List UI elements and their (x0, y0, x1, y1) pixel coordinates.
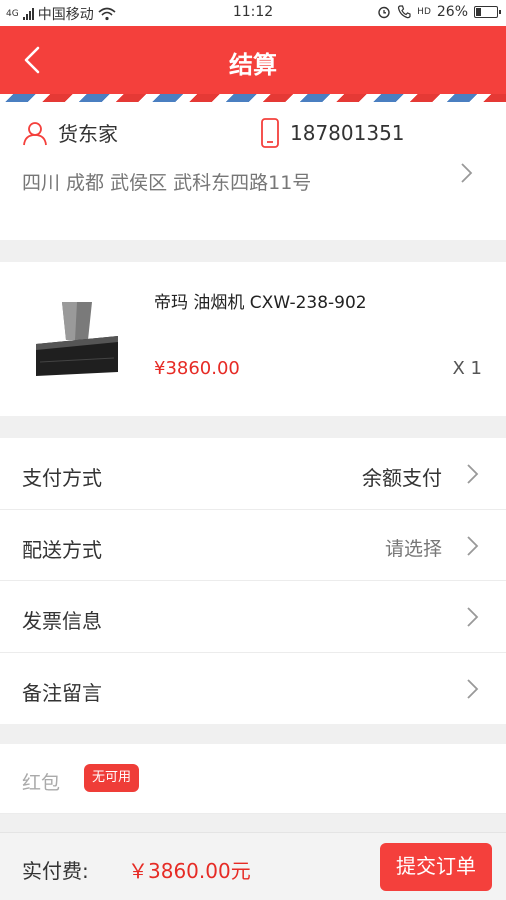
recipient-row: 货东家 (22, 118, 118, 147)
red-packet-row[interactable]: 红包 无可用 (0, 744, 506, 814)
address-card[interactable]: 货东家 187801351 四川 成都 武侯区 武科东四路11号 (0, 102, 506, 240)
recipient-name: 货东家 (58, 122, 118, 146)
total-label: 实付费: (22, 859, 89, 883)
address-text: 四川 成都 武侯区 武科东四路11号 (22, 172, 312, 194)
product-quantity: X 1 (452, 358, 482, 379)
call-icon (398, 5, 411, 19)
chevron-right-icon (461, 163, 473, 183)
chevron-right-icon (467, 607, 479, 627)
status-right: HD 26% (377, 4, 501, 20)
envelope-stripe (0, 94, 506, 102)
payment-method-row[interactable]: 支付方式 余额支付 (0, 438, 506, 510)
chevron-right-icon (467, 464, 479, 484)
status-bar: 4G 中国移动 11:12 HD 26% (0, 0, 506, 26)
option-label: 配送方式 (22, 537, 102, 562)
page-title: 结算 (229, 51, 277, 79)
delivery-method-row[interactable]: 配送方式 请选择 (0, 510, 506, 581)
red-packet-badge: 无可用 (84, 764, 140, 792)
option-label: 备注留言 (22, 680, 102, 705)
phone-row: 187801351 (260, 118, 405, 148)
header-bar: 结算 (0, 26, 506, 94)
product-price: ¥3860.00 (154, 358, 240, 379)
alarm-icon (378, 6, 390, 19)
battery-fill (476, 8, 481, 16)
product-card[interactable]: 帝玛 油烟机 CXW-238-902 ¥3860.00 X 1 (0, 262, 506, 416)
option-value: 请选择 (384, 537, 442, 560)
chevron-right-icon (467, 678, 479, 699)
network-label: HD (417, 7, 431, 17)
invoice-info-row[interactable]: 发票信息 (0, 581, 506, 653)
chevron-right-icon (467, 535, 479, 556)
option-label: 支付方式 (22, 466, 102, 490)
product-image (36, 302, 118, 376)
option-value: 余额支付 (362, 466, 442, 490)
red-packet-label: 红包 (22, 772, 61, 794)
product-name: 帝玛 油烟机 CXW-238-902 (154, 293, 367, 313)
submit-order-button[interactable]: 提交订单 (380, 843, 492, 891)
total-amount: ￥3860.00元 (128, 859, 251, 883)
recipient-phone: 187801351 (290, 121, 405, 145)
battery-icon (474, 6, 501, 18)
checkout-footer: 实付费: ￥3860.00元 提交订单 (0, 832, 506, 900)
battery-percent: 26% (436, 4, 468, 20)
user-icon (23, 121, 47, 145)
phone-icon (261, 118, 279, 148)
order-options: 支付方式 余额支付 配送方式 请选择 发票信息 备注留言 (0, 438, 506, 724)
remark-row[interactable]: 备注留言 (0, 653, 506, 725)
option-label: 发票信息 (22, 609, 102, 633)
